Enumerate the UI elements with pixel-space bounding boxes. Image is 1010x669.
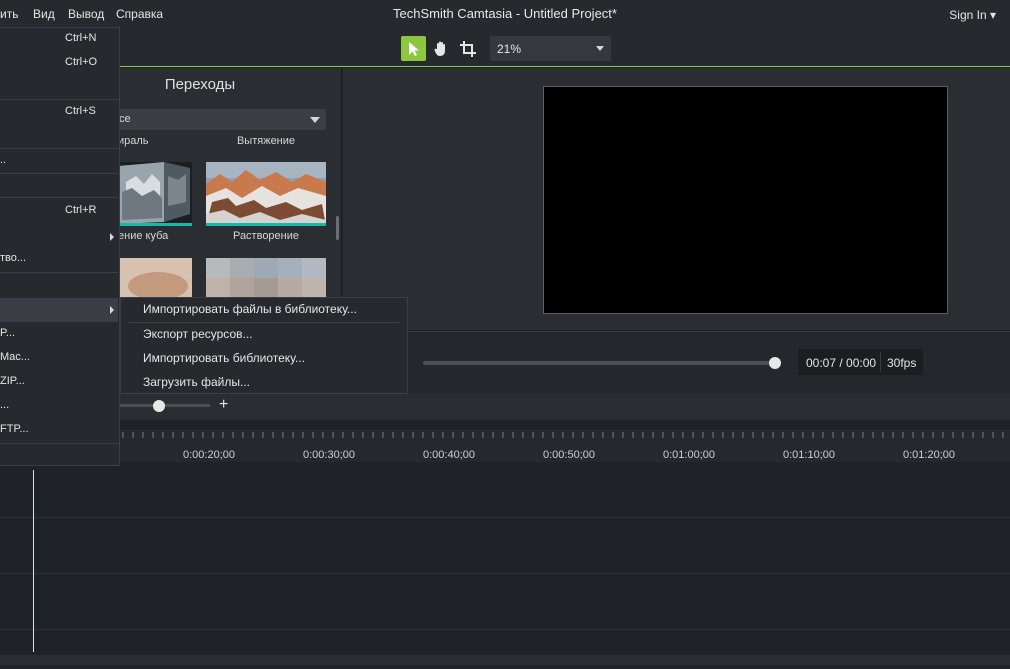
timeline-zoom-track[interactable] (120, 404, 210, 407)
ruler-label: 0:00:30;00 (303, 449, 355, 461)
submenu-arrow-icon (110, 306, 114, 314)
menu-item[interactable]: ZIP... (0, 375, 118, 387)
file-menu: Ctrl+N Ctrl+O Ctrl+S .. Ctrl+R тво... P.… (0, 27, 120, 466)
menu-item-properties[interactable]: тво... (0, 252, 118, 264)
blur-preview-image (118, 258, 192, 298)
menu-separator (0, 443, 118, 444)
ruler-ticks (122, 432, 1004, 438)
transition-caption: ираль (118, 135, 149, 147)
ruler-label: 0:00:40;00 (423, 449, 475, 461)
select-tool-button[interactable] (401, 36, 426, 61)
track-divider (0, 517, 1010, 518)
canvas-area (343, 68, 1010, 330)
time-display: 00:07 / 00:00 30fps (798, 349, 923, 375)
menu-item[interactable]: P... (0, 327, 118, 339)
scrub-knob[interactable] (769, 357, 781, 369)
menu-item-new[interactable]: Ctrl+N (65, 32, 96, 44)
menu-separator (0, 148, 118, 149)
ruler-label: 0:01:00;00 (663, 449, 715, 461)
zoom-value: 21% (497, 42, 522, 56)
menu-item-save[interactable]: Ctrl+S (65, 105, 96, 117)
submenu-item-import-library[interactable]: Импортировать библиотеку... (143, 351, 305, 365)
menu-item[interactable]: ... (0, 399, 118, 411)
ruler-label: 0:01:10;00 (783, 449, 835, 461)
menu-item[interactable]: FTP... (0, 423, 118, 435)
transition-caption: ение куба (118, 230, 169, 242)
menu-separator (0, 99, 118, 100)
track-divider (0, 629, 1010, 630)
menu-item[interactable]: .. (0, 154, 118, 166)
timeline-scrollbar[interactable] (0, 655, 1010, 665)
transition-thumbnail-dissolve[interactable] (206, 162, 326, 226)
transition-thumbnail-cube[interactable] (118, 162, 192, 226)
timeline-ruler[interactable]: 0:00:20;00 0:00:30;00 0:00:40;00 0:00:50… (0, 430, 1010, 462)
dissolve-preview-image (206, 162, 326, 226)
library-submenu: Импортировать файлы в библиотеку... Эксп… (120, 297, 408, 394)
submenu-item-export-assets[interactable]: Экспорт ресурсов... (143, 327, 253, 341)
submenu-arrow-icon (110, 233, 114, 241)
transition-thumbnail-blur[interactable] (118, 258, 192, 298)
menu-separator (129, 322, 399, 323)
menu-separator (0, 272, 118, 273)
menu-item-revert[interactable]: Ctrl+R (65, 204, 96, 216)
scrub-track[interactable] (423, 361, 775, 365)
cube-preview-image (118, 162, 192, 226)
menu-separator (0, 197, 118, 198)
ruler-label: 0:01:20;00 (903, 449, 955, 461)
pixelate-preview-image (206, 258, 326, 298)
panel-scrollbar[interactable] (336, 216, 339, 240)
pan-tool-button[interactable] (428, 36, 453, 61)
zoom-in-icon[interactable]: + (219, 396, 228, 414)
cursor-arrow-icon (408, 41, 419, 56)
fps-readout: 30fps (887, 356, 917, 370)
timeline-zoom-row: + (0, 393, 1010, 420)
toolbar: 21% (0, 30, 1010, 67)
thumbnail-accent-bar (206, 223, 326, 226)
hand-icon (433, 41, 445, 56)
menu-separator (0, 173, 118, 174)
submenu-item-import-to-library[interactable]: Импортировать файлы в библиотеку... (143, 302, 357, 316)
preview-canvas[interactable] (543, 86, 948, 314)
divider (880, 352, 881, 372)
playhead[interactable] (33, 470, 34, 652)
ruler-label: 0:00:20;00 (183, 449, 235, 461)
crop-tool-button[interactable] (455, 36, 480, 61)
ruler-label: 0:00:50;00 (543, 449, 595, 461)
zoom-dropdown[interactable]: 21% (490, 36, 611, 61)
category-value: се (119, 113, 131, 125)
menu-item-open[interactable]: Ctrl+O (65, 56, 97, 68)
transition-caption: Вытяжение (236, 135, 296, 147)
submenu-item-download-files[interactable]: Загрузить файлы... (143, 375, 250, 389)
chevron-down-icon (310, 117, 320, 123)
timeline: 0:00:20;00 0:00:30;00 0:00:40;00 0:00:50… (0, 420, 1010, 669)
thumbnail-accent-bar (118, 223, 192, 226)
sign-in-button[interactable]: Sign In ▾ (949, 8, 996, 22)
transition-thumbnail-pixelate[interactable] (206, 258, 326, 298)
transition-caption: Растворение (232, 230, 300, 242)
category-dropdown[interactable]: се (110, 109, 326, 130)
menu-item-highlight (0, 298, 118, 322)
menu-bar: ить Вид Вывод Справка TechSmith Camtasia… (0, 0, 1010, 30)
app-title: TechSmith Camtasia - Untitled Project* (393, 6, 617, 21)
crop-icon (459, 40, 476, 57)
timeline-zoom-knob[interactable] (153, 400, 165, 412)
time-readout: 00:07 / 00:00 (806, 356, 877, 370)
chevron-down-icon (596, 46, 604, 51)
track-divider (0, 573, 1010, 574)
menu-item[interactable]: Mac... (0, 351, 118, 363)
